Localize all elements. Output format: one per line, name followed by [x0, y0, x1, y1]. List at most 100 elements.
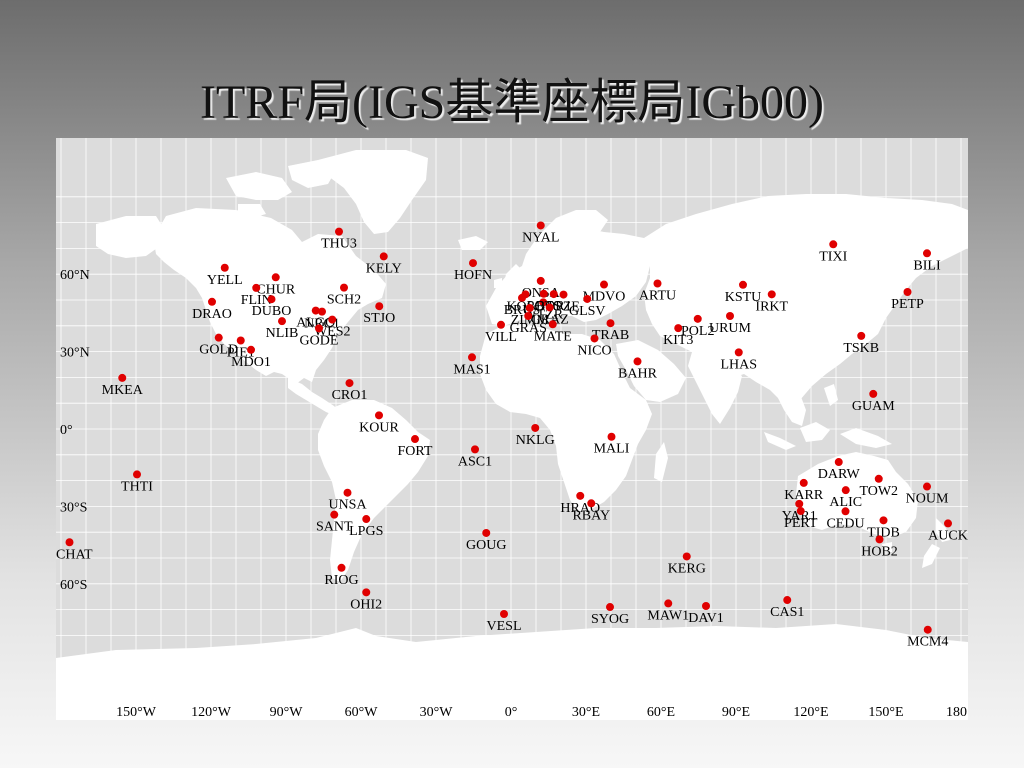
station-label: TOW2 — [859, 484, 898, 499]
station-label: DAV1 — [688, 611, 724, 626]
station-marker — [726, 311, 734, 320]
latitude-label: 60°N — [60, 268, 90, 283]
station-marker — [583, 294, 592, 303]
station-label: UNSA — [328, 498, 367, 513]
latitude-label: 60°S — [60, 578, 87, 593]
station-marker — [340, 283, 348, 292]
station-marker — [576, 491, 585, 500]
station-marker — [767, 290, 776, 299]
station-marker — [841, 507, 850, 516]
station-label: LPGS — [349, 524, 383, 539]
station-marker — [220, 263, 229, 272]
station-marker — [536, 221, 545, 230]
station-marker — [328, 315, 337, 324]
station-marker — [559, 290, 568, 299]
station-label: DARW — [818, 467, 861, 482]
station-marker — [923, 625, 932, 634]
station-label: CEDU — [826, 516, 864, 531]
station-label: RIOG — [324, 573, 358, 588]
station-marker — [903, 288, 912, 297]
station-marker — [375, 411, 383, 420]
station-label: MKEA — [102, 383, 144, 398]
station-marker — [497, 320, 505, 329]
station-marker — [606, 319, 615, 328]
longitude-label: 30°E — [572, 705, 600, 720]
station-marker — [874, 474, 883, 483]
station-label: HOB2 — [861, 544, 898, 559]
longitude-label: 60°E — [647, 705, 675, 720]
station-marker — [468, 353, 476, 362]
station-marker — [829, 240, 838, 249]
longitude-label: 90°E — [722, 705, 750, 720]
station-label: DUBO — [252, 304, 292, 319]
station-label: GOUG — [466, 538, 506, 553]
station-label: KARR — [784, 488, 824, 503]
station-marker — [944, 519, 952, 528]
station-label: HOFN — [454, 268, 492, 283]
station-label: GODE — [300, 333, 339, 348]
station-label: MALI — [594, 442, 630, 457]
station-marker — [590, 334, 599, 343]
station-label: MAS1 — [453, 362, 490, 377]
station-marker — [375, 302, 384, 311]
longitude-label: 150°E — [868, 705, 903, 720]
station-marker — [795, 499, 804, 508]
station-marker — [247, 345, 255, 354]
station-label: TIDB — [867, 525, 900, 540]
station-marker — [783, 596, 792, 605]
longitude-label: 120°W — [191, 705, 232, 720]
station-label: SANT — [316, 520, 353, 535]
station-marker — [548, 320, 557, 329]
station-marker — [471, 445, 479, 454]
longitude-label: 0° — [505, 705, 518, 720]
station-marker — [133, 470, 141, 479]
station-label: PETP — [891, 297, 924, 312]
station-label: TSKB — [843, 341, 879, 356]
station-marker — [549, 290, 558, 299]
station-marker — [834, 458, 843, 467]
station-label: TIXI — [819, 249, 847, 264]
station-marker — [343, 488, 352, 497]
station-marker — [923, 482, 931, 491]
station-label: AUCK — [928, 528, 968, 543]
station-marker — [521, 290, 530, 299]
station-label: GUAM — [852, 399, 895, 414]
station-label: GLSV — [569, 304, 606, 319]
station-marker — [65, 538, 74, 547]
latitude-label: 0° — [60, 423, 73, 438]
station-marker — [214, 333, 223, 342]
world-map: 60°N 30°N 0° 30°S 60°S 150°W 120°W 90°W 60°W 30°W… — [56, 138, 968, 720]
longitude-label: 60°W — [345, 705, 379, 720]
station-label: MAW1 — [647, 608, 689, 623]
map-canvas: 60°N 30°N 0° 30°S 60°S 150°W 120°W 90°W 60°W 30°W… — [56, 138, 968, 720]
station-label: CHAT — [56, 547, 93, 562]
station-marker — [278, 317, 286, 326]
station-label: ASC1 — [458, 454, 492, 469]
station-marker — [653, 279, 662, 288]
station-marker — [267, 295, 276, 304]
station-marker — [875, 535, 884, 544]
station-label: KELY — [366, 261, 402, 276]
longitude-label: 30°W — [420, 705, 454, 720]
station-label: BAHR — [618, 366, 658, 381]
slide-title: ITRF局(IGS基準座標局IGb00) — [200, 76, 824, 129]
station-label: NYAL — [522, 230, 559, 245]
station-label: FORT — [398, 444, 433, 459]
station-marker — [841, 486, 850, 495]
station-label: BILI — [913, 258, 941, 273]
station-marker — [379, 252, 388, 261]
station-marker — [118, 373, 127, 382]
station-label: THTI — [121, 479, 153, 494]
station-marker — [633, 357, 642, 366]
station-marker — [318, 307, 326, 316]
station-marker — [539, 289, 548, 298]
station-marker — [702, 601, 710, 610]
station-marker — [315, 324, 323, 333]
station-marker — [411, 435, 419, 444]
station-marker — [337, 563, 346, 572]
station-marker — [682, 552, 691, 561]
station-label: NLIB — [266, 326, 299, 341]
station-marker — [208, 297, 216, 306]
station-marker — [923, 249, 931, 258]
longitude-label: 150°W — [116, 705, 157, 720]
